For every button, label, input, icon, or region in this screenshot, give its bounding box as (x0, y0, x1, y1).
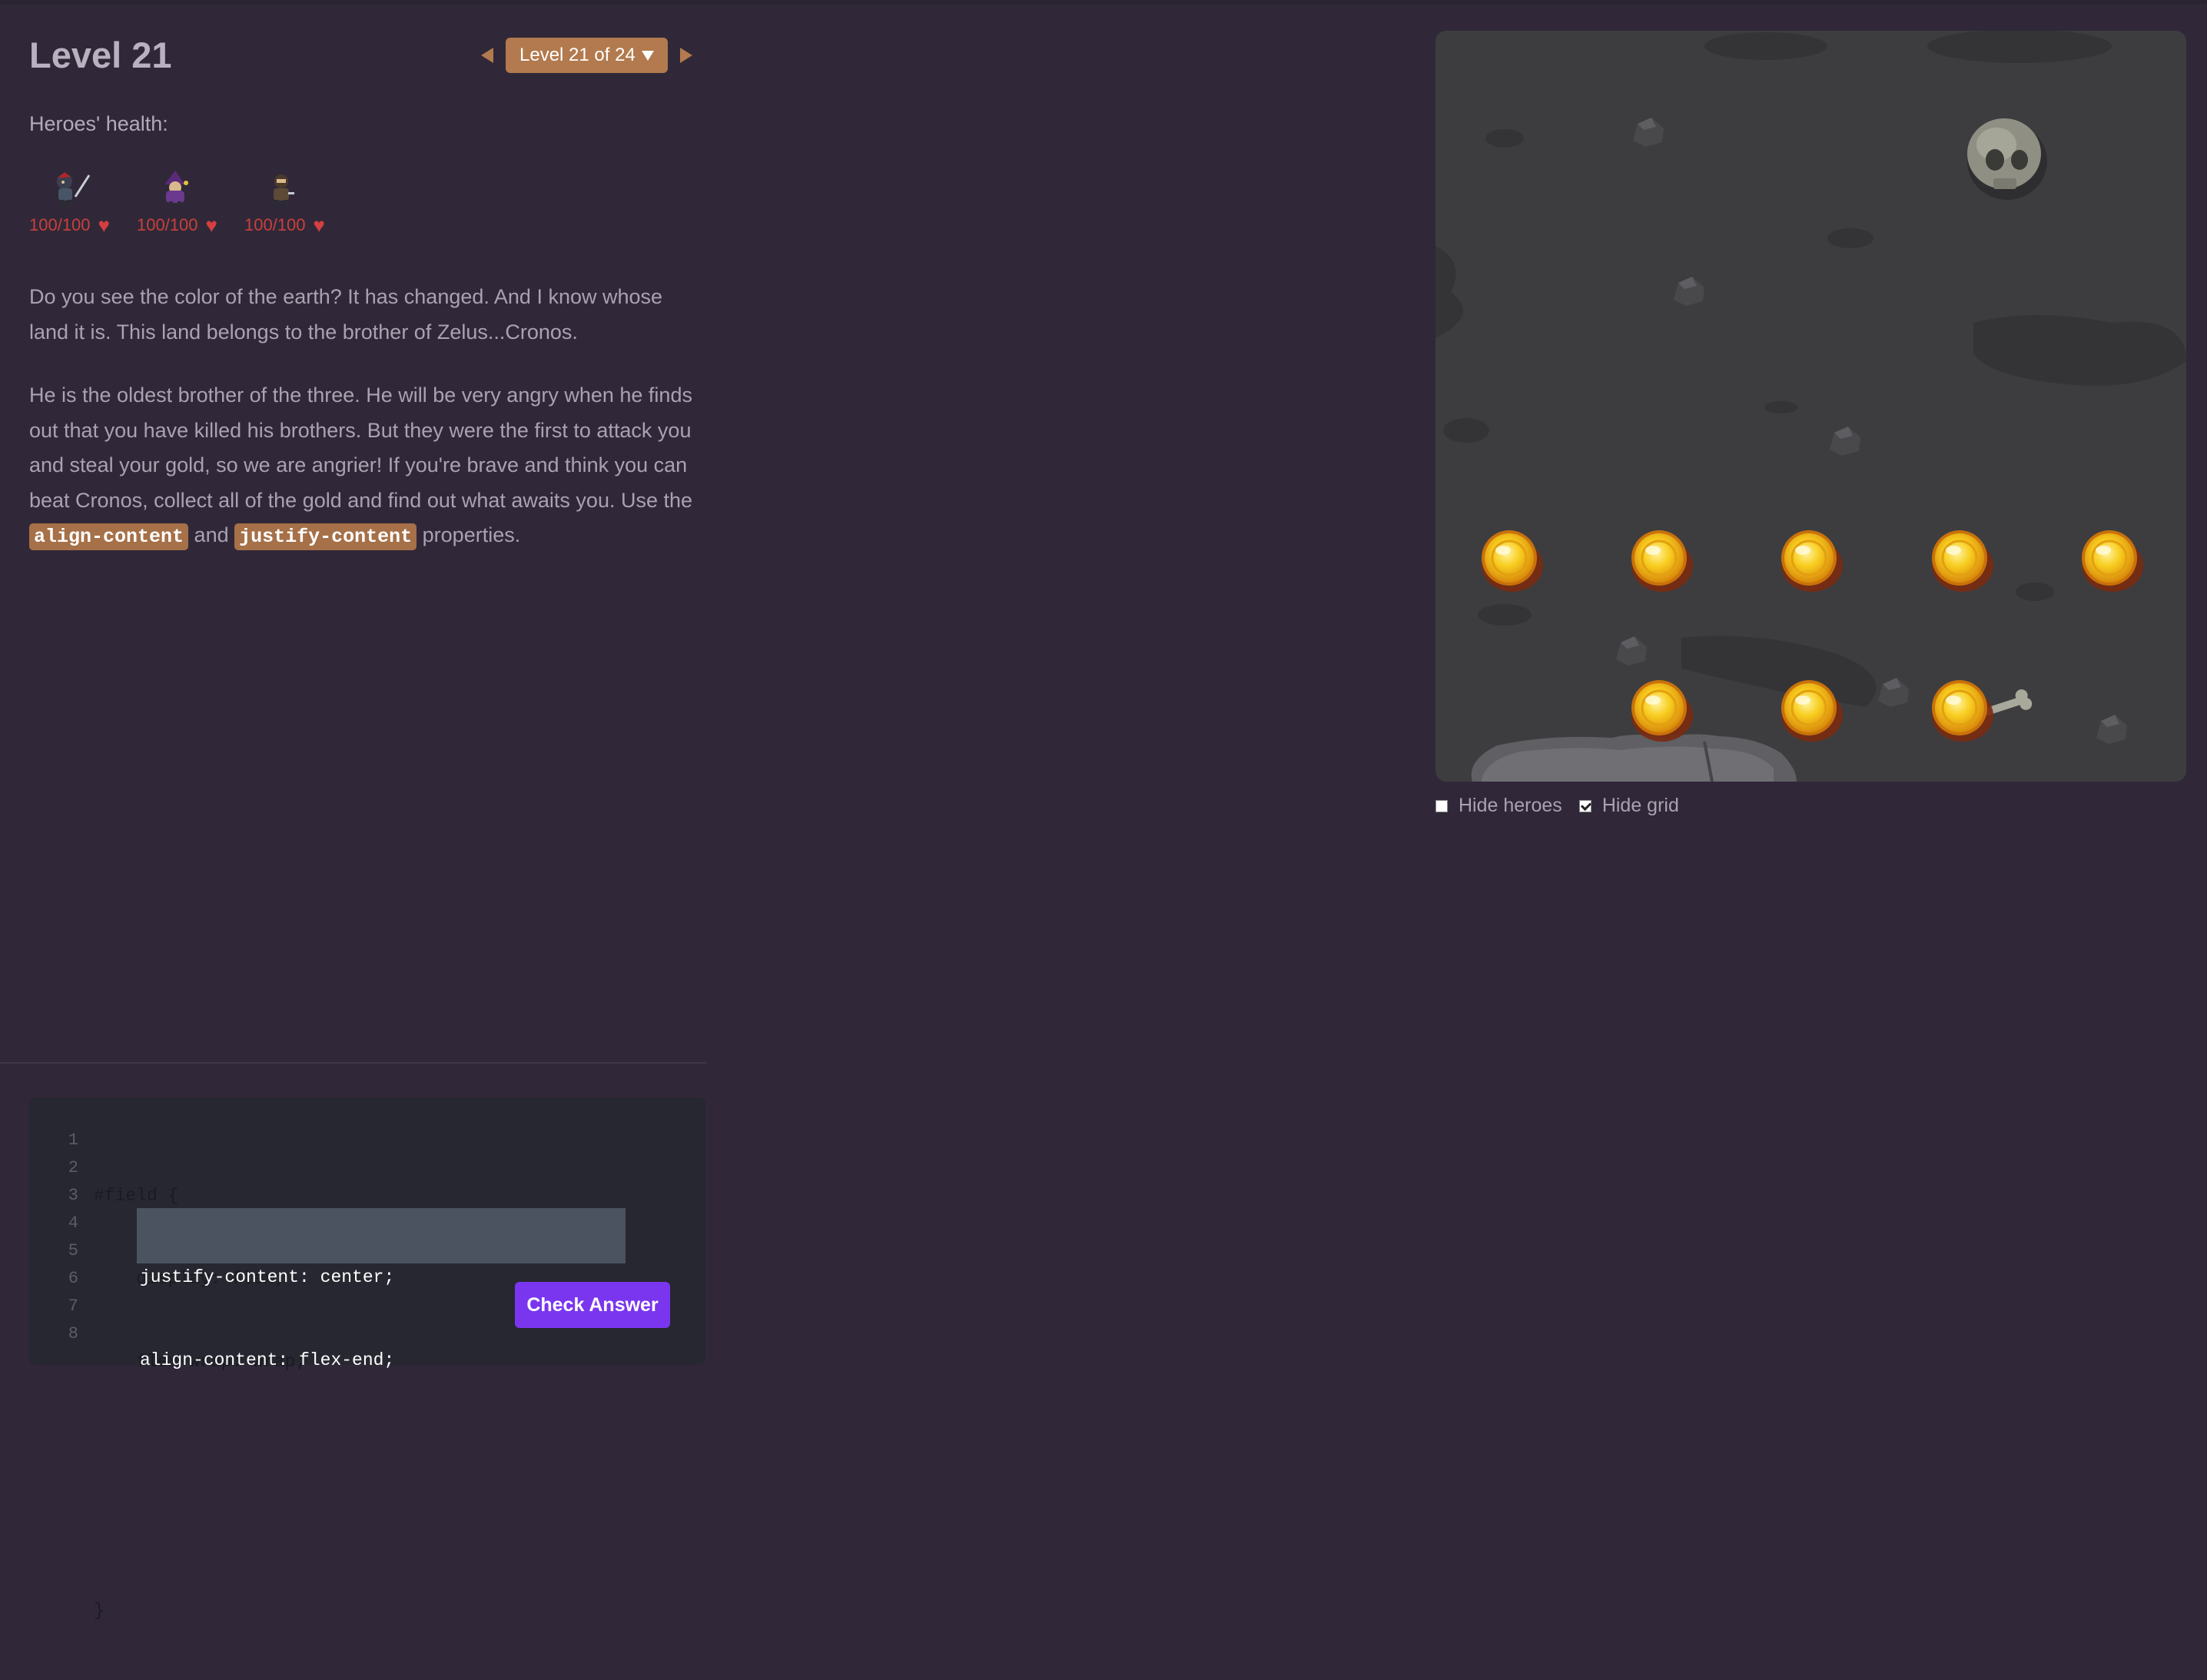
game-board (1435, 31, 2186, 782)
heart-icon: ♥ (205, 214, 217, 237)
previous-level-arrow-icon[interactable] (481, 48, 493, 63)
level-selector-button[interactable]: Level 21 of 24 (506, 38, 668, 73)
rock-icon (1633, 118, 1664, 147)
gold-coin-icon (1630, 529, 1694, 593)
gold-coins (1480, 529, 2145, 743)
next-level-arrow-icon[interactable] (679, 48, 692, 63)
story-text-and: and (188, 523, 235, 546)
top-border (0, 0, 2207, 5)
rock-icon (2096, 715, 2127, 744)
line-number: 1 (68, 1131, 78, 1150)
hide-grid-toggle[interactable]: Hide grid (1578, 795, 1679, 817)
level-selector-label: Level 21 of 24 (519, 45, 636, 65)
gold-coin-icon (1480, 529, 1545, 593)
line-number: 2 (68, 1158, 78, 1177)
justify-content-keyword: justify-content (234, 523, 417, 550)
rock-icon (1674, 277, 1704, 306)
hide-heroes-checkbox[interactable] (1435, 799, 1448, 812)
hero-rogue: 100/100 ♥ (244, 169, 325, 237)
skull-icon (1967, 118, 2047, 200)
level-title: Level 21 (29, 35, 172, 75)
hide-grid-checkbox[interactable] (1578, 799, 1591, 812)
gold-coin-icon (1630, 679, 1694, 743)
board-toggles: Hide heroes Hide grid (1435, 795, 1679, 817)
check-answer-button[interactable]: Check Answer (515, 1282, 670, 1328)
story-paragraph-2: He is the oldest brother of the three. H… (29, 378, 705, 555)
hide-heroes-label: Hide heroes (1459, 795, 1562, 816)
board-scene (1435, 31, 2186, 782)
rock-icon (1830, 427, 1860, 456)
panel-divider (0, 1062, 707, 1064)
heroes-health-list: 100/100 ♥ 100/100 ♥ 100/100 ♥ (29, 169, 325, 237)
gold-coin-icon (1930, 529, 1995, 593)
line-number: 3 (68, 1186, 78, 1205)
gold-coin-icon (2080, 529, 2145, 593)
heart-icon: ♥ (313, 214, 325, 237)
line-number: 6 (68, 1269, 78, 1288)
ground-patches (1435, 31, 2186, 707)
code-line: } (94, 1601, 105, 1621)
hero-health-value: 100/100 (29, 215, 91, 234)
hide-heroes-toggle[interactable]: Hide heroes (1435, 795, 1562, 817)
rock-icon (1616, 636, 1647, 666)
css-editor: 1 2 3 4 5 6 7 8 #field { display: flex; … (29, 1097, 705, 1621)
hero-health-value: 100/100 (244, 215, 306, 234)
mage-hero-icon (164, 171, 188, 206)
hero-health: 100/100 ♥ (29, 214, 110, 237)
gold-coin-icon (1780, 529, 1844, 593)
hero-health: 100/100 ♥ (244, 214, 325, 237)
hero-mage: 100/100 ♥ (137, 169, 217, 235)
warrior-hero-icon (57, 172, 91, 206)
level-instructions: Do you see the color of the earth? It ha… (29, 280, 705, 583)
hero-warrior: 100/100 ♥ (29, 169, 110, 237)
hide-grid-label: Hide grid (1601, 795, 1679, 816)
rock-icon (1878, 678, 1909, 707)
answer-line[interactable]: align-content: flex-end; (140, 1346, 622, 1374)
story-text-end: properties. (417, 523, 521, 546)
heroes-health-label: Heroes' health: (29, 112, 168, 135)
line-number: 7 (68, 1297, 78, 1316)
caret-down-icon (641, 50, 654, 61)
align-content-keyword: align-content (29, 523, 189, 550)
gold-coin-icon (1930, 679, 1995, 743)
rock-ledge (1471, 734, 1797, 782)
line-number: 5 (68, 1241, 78, 1260)
hero-health-value: 100/100 (137, 215, 198, 234)
story-text: He is the oldest brother of the three. H… (29, 383, 693, 512)
code-line: #field { (94, 1186, 179, 1206)
hero-health: 100/100 ♥ (137, 215, 217, 235)
level-navigation: Level 21 of 24 (481, 37, 692, 74)
line-number: 4 (68, 1214, 78, 1233)
heart-icon: ♥ (98, 214, 110, 237)
story-paragraph-1: Do you see the color of the earth? It ha… (29, 285, 663, 344)
rogue-hero-icon (274, 174, 294, 206)
line-number-gutter: 1 2 3 4 5 6 7 8 (55, 1127, 78, 1348)
css-answer-input[interactable]: justify-content: center; align-content: … (137, 1208, 626, 1370)
line-number: 8 (68, 1324, 78, 1343)
